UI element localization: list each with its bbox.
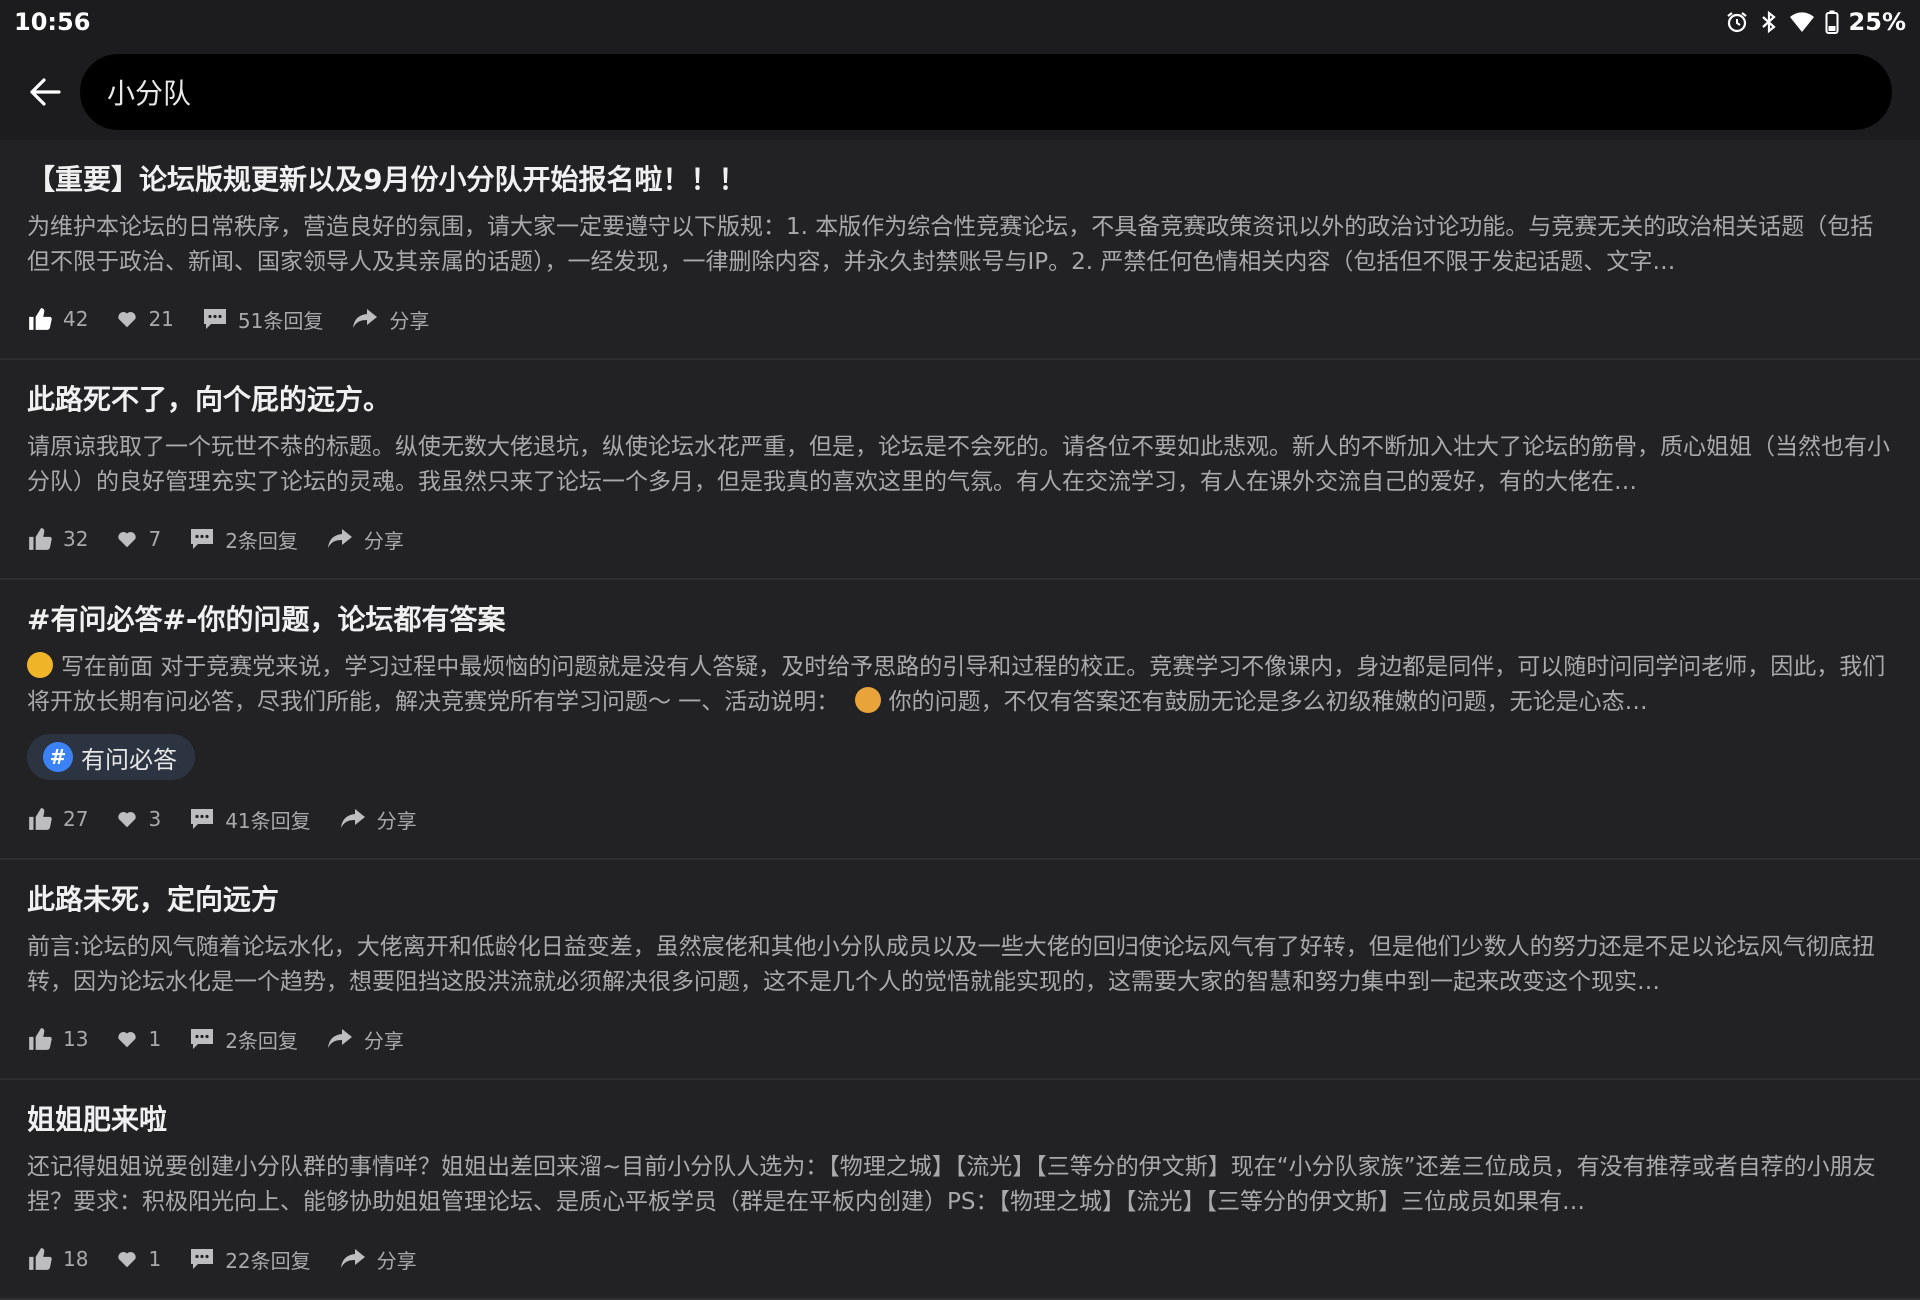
topic-tag[interactable]: # 有问必答 (27, 734, 195, 780)
favorite-button[interactable]: 3 (116, 807, 161, 831)
post-actions: 13 1 2条回复 分享 (27, 1014, 1893, 1064)
favorite-count: 3 (148, 807, 162, 831)
heart-icon (118, 811, 137, 828)
post-title[interactable]: #有问必答#-你的问题，论坛都有答案 (27, 600, 1893, 640)
favorite-count: 1 (148, 1247, 162, 1271)
comment-icon (191, 809, 214, 829)
like-count: 27 (63, 807, 89, 831)
reply-count: 22条回复 (225, 1248, 311, 1273)
like-count: 32 (63, 527, 89, 551)
alarm-icon (1725, 10, 1749, 34)
reply-count: 51条回复 (237, 308, 324, 333)
share-button[interactable]: 分享 (351, 305, 429, 334)
thumbs-up-icon (29, 1248, 52, 1270)
reply-button[interactable]: 51条回复 (202, 305, 323, 334)
post-title[interactable]: 【重要】论坛版规更新以及9月份小分队开始报名啦！！！ (27, 160, 1893, 200)
search-header (0, 44, 1920, 140)
search-input[interactable] (80, 54, 1892, 130)
share-label: 分享 (363, 528, 404, 553)
favorite-button[interactable]: 1 (116, 1247, 161, 1271)
share-button[interactable]: 分享 (339, 805, 417, 834)
favorite-button[interactable]: 21 (116, 307, 174, 331)
heart-icon (118, 531, 137, 548)
thumbs-up-icon (29, 1028, 52, 1050)
kiss-emoji-icon (27, 652, 53, 678)
comment-icon (191, 529, 214, 549)
post-excerpt[interactable]: 请原谅我取了一个玩世不恭的标题。纵使无数大佬退坑，纵使论坛水花严重，但是，论坛是… (27, 430, 1893, 500)
arrow-left-icon (30, 78, 61, 106)
post-excerpt[interactable]: 写在前面 对于竞赛党来说，学习过程中最烦恼的问题就是没有人答疑，及时给予思路的引… (27, 650, 1893, 720)
post-excerpt[interactable]: 为维护本论坛的日常秩序，营造良好的氛围，请大家一定要遵守以下版规：1. 本版作为… (27, 210, 1893, 280)
smiling-hearts-emoji-icon (854, 687, 881, 713)
status-icons: 25% (1725, 8, 1906, 36)
share-label: 分享 (376, 808, 417, 833)
favorite-count: 1 (148, 1027, 162, 1051)
favorite-count: 21 (148, 307, 174, 331)
comment-icon (191, 1029, 214, 1049)
share-label: 分享 (376, 1248, 417, 1273)
like-button[interactable]: 18 (27, 1246, 88, 1272)
reply-count: 2条回复 (225, 528, 298, 553)
hashtag-icon: # (43, 742, 73, 772)
status-time: 10:56 (14, 8, 91, 36)
like-button[interactable]: 27 (27, 806, 88, 832)
share-icon (340, 1249, 365, 1268)
share-button[interactable]: 分享 (339, 1245, 417, 1274)
reply-button[interactable]: 41条回复 (189, 805, 311, 834)
battery-icon (1825, 10, 1839, 34)
post-item[interactable]: 此路未死，定向远方 前言:论坛的风气随着论坛水化，大佬离开和低龄化日益变差，虽然… (0, 860, 1920, 1080)
like-count: 18 (63, 1247, 89, 1271)
post-actions: 42 21 51条回复 分享 (27, 294, 1893, 344)
post-title[interactable]: 姐姐肥来啦 (27, 1100, 1893, 1140)
post-actions: 18 1 22条回复 分享 (27, 1234, 1893, 1284)
post-excerpt-part-2: 你的问题，不仅有答案还有鼓励无论是多么初级稚嫩的问题，无论是心态… (888, 689, 1648, 715)
post-item[interactable]: #有问必答#-你的问题，论坛都有答案 写在前面 对于竞赛党来说，学习过程中最烦恼… (0, 580, 1920, 860)
reply-count: 2条回复 (225, 1028, 298, 1053)
like-button[interactable]: 32 (27, 526, 88, 552)
share-label: 分享 (389, 308, 430, 333)
status-bar: 10:56 25% (0, 0, 1920, 44)
post-excerpt[interactable]: 前言:论坛的风气随着论坛水化，大佬离开和低龄化日益变差，虽然宸佬和其他小分队成员… (27, 930, 1893, 1000)
post-title[interactable]: 此路死不了，向个屁的远方。 (27, 380, 1893, 420)
post-item[interactable]: 姐姐肥来啦 还记得姐姐说要创建小分队群的事情咩？姐姐出差回来溜~目前小分队人选为… (0, 1080, 1920, 1300)
heart-icon (118, 311, 137, 328)
favorite-button[interactable]: 1 (116, 1027, 161, 1051)
reply-button[interactable]: 22条回复 (189, 1245, 311, 1274)
thumbs-up-icon (29, 528, 52, 550)
like-count: 42 (63, 307, 89, 331)
share-button[interactable]: 分享 (326, 525, 404, 554)
battery-percent: 25% (1848, 8, 1906, 36)
like-count: 13 (63, 1027, 89, 1051)
comment-icon (203, 309, 226, 329)
share-button[interactable]: 分享 (326, 1025, 404, 1054)
favorite-count: 7 (148, 527, 162, 551)
back-button[interactable] (10, 57, 80, 127)
post-item[interactable]: 此路死不了，向个屁的远方。 请原谅我取了一个玩世不恭的标题。纵使无数大佬退坑，纵… (0, 360, 1920, 580)
like-button[interactable]: 42 (27, 306, 88, 332)
reply-button[interactable]: 2条回复 (189, 525, 298, 554)
like-button[interactable]: 13 (27, 1026, 88, 1052)
share-icon (340, 809, 365, 828)
post-title[interactable]: 此路未死，定向远方 (27, 880, 1893, 920)
post-excerpt[interactable]: 还记得姐姐说要创建小分队群的事情咩？姐姐出差回来溜~目前小分队人选为：【物理之城… (27, 1150, 1893, 1220)
share-icon (327, 529, 352, 548)
search-results-list: 【重要】论坛版规更新以及9月份小分队开始报名啦！！！ 为维护本论坛的日常秩序，营… (0, 140, 1920, 1300)
post-actions: 27 3 41条回复 分享 (27, 794, 1893, 844)
post-actions: 32 7 2条回复 分享 (27, 514, 1893, 564)
wifi-icon (1789, 11, 1815, 33)
share-icon (327, 1029, 352, 1048)
share-icon (353, 309, 378, 328)
reply-button[interactable]: 2条回复 (189, 1025, 298, 1054)
comment-icon (191, 1249, 214, 1269)
reply-count: 41条回复 (225, 808, 311, 833)
post-item[interactable]: 【重要】论坛版规更新以及9月份小分队开始报名啦！！！ 为维护本论坛的日常秩序，营… (0, 140, 1920, 360)
heart-icon (118, 1031, 137, 1048)
share-label: 分享 (363, 1028, 404, 1053)
thumbs-up-icon (29, 808, 52, 830)
thumbs-up-icon (29, 308, 52, 330)
bluetooth-icon (1759, 10, 1779, 34)
favorite-button[interactable]: 7 (116, 527, 161, 551)
topic-tag-label: 有问必答 (81, 745, 177, 774)
heart-icon (118, 1251, 137, 1268)
